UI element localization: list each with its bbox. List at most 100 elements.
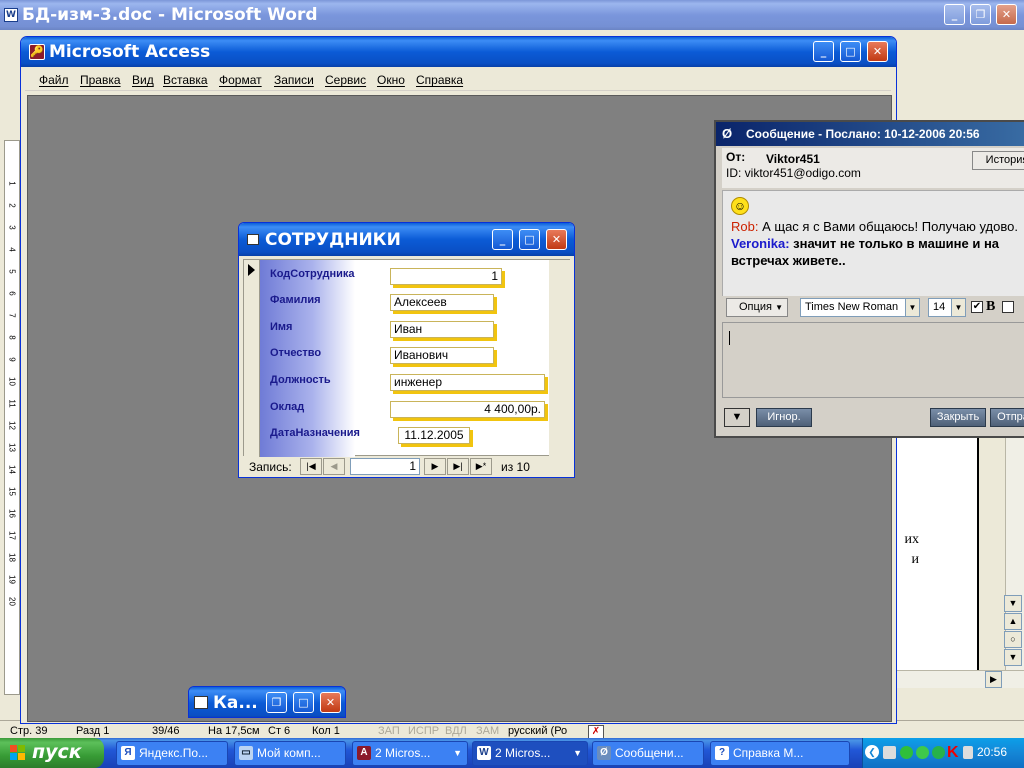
menu-window[interactable]: Окно (377, 73, 405, 87)
scroll-right-icon[interactable]: ▶ (985, 671, 1002, 688)
access-minimize-button[interactable]: _ (813, 41, 834, 62)
access-maximize-button[interactable]: □ (840, 41, 861, 62)
from-name: Viktor451 (766, 152, 820, 166)
ruler-number: 20 (7, 597, 17, 606)
form-icon (247, 234, 259, 245)
access-icon: A (357, 746, 371, 760)
menu-insert[interactable]: Вставка (163, 73, 208, 87)
form-right-strip (549, 260, 571, 457)
bold-label: B (986, 299, 996, 314)
access-close-button[interactable]: ✕ (867, 41, 888, 62)
prev-record-icon[interactable]: ◀ (323, 458, 345, 475)
antivirus-icon[interactable]: K (947, 744, 963, 761)
form-minimize-button[interactable]: _ (492, 229, 513, 250)
minimized-restore-button[interactable]: ❐ (266, 692, 287, 713)
menu-file[interactable]: Файл (39, 73, 69, 87)
first-record-icon[interactable]: |◀ (300, 458, 322, 475)
field-patronymic[interactable]: Иванович (390, 347, 494, 364)
field-position[interactable]: инженер (390, 374, 545, 391)
chat-message-window: Ø Сообщение - Послано: 10-12-2006 20:56 … (714, 120, 1024, 438)
minimized-form-window[interactable]: Ка... ❐ □ ✕ (188, 686, 346, 718)
next-page-icon[interactable]: ▼ (1004, 649, 1022, 666)
chat-format-toolbar: Опция ▼ Times New Roman ▼ 14 ▼ ✔ B (722, 296, 1024, 320)
form-title-bar[interactable]: СОТРУДНИКИ _ □ ✕ (239, 223, 574, 256)
ruler-number: 14 (7, 465, 17, 474)
status-ext[interactable]: ВДЛ (445, 725, 467, 737)
field-appointment-date[interactable]: 11.12.2005 (398, 427, 470, 444)
word-app-icon: W (4, 8, 18, 22)
access-window-title: Microsoft Access (49, 42, 211, 62)
minimized-title-bar[interactable]: Ка... ❐ □ ✕ (189, 687, 345, 717)
emoticon-dropdown-icon[interactable]: ▼ (724, 408, 750, 427)
status-language: русский (Ро (508, 725, 568, 737)
form-close-button[interactable]: ✕ (546, 229, 567, 250)
minimized-maximize-button[interactable]: □ (293, 692, 314, 713)
access-title-bar[interactable]: 🔑 Microsoft Access _ □ ✕ (21, 37, 896, 67)
status-ovr[interactable]: ЗАМ (476, 725, 499, 737)
ruler-number: 9 (7, 357, 17, 362)
word-minimize-button[interactable]: _ (944, 4, 965, 25)
tray-app-icon[interactable] (932, 746, 945, 759)
label-first-name: Имя (270, 321, 293, 333)
next-record-icon[interactable]: ▶ (424, 458, 446, 475)
start-button[interactable]: пуск (0, 738, 104, 768)
field-first-name[interactable]: Иван (390, 321, 494, 338)
message-text: значит не только в машине и на (793, 236, 1000, 251)
taskbar-button-help[interactable]: ? Справка М... (710, 741, 850, 766)
chevron-down-icon: ▼ (573, 748, 582, 758)
tray-expand-icon[interactable]: ❮ (865, 745, 879, 759)
menu-records[interactable]: Записи (274, 73, 314, 87)
new-record-icon[interactable]: ▶* (470, 458, 492, 475)
send-button[interactable]: Отпра (990, 408, 1024, 427)
taskbar-button-yandex[interactable]: Я Яндекс.По... (116, 741, 228, 766)
field-salary[interactable]: 4 400,00р. (390, 401, 545, 418)
record-number-input[interactable]: 1 (350, 458, 420, 475)
history-button[interactable]: История (972, 151, 1024, 170)
word-vertical-ruler: 1 2 3 4 5 6 7 8 9 10 11 12 13 14 15 16 17 18 19 20 (4, 140, 20, 695)
taskbar-group-access[interactable]: A 2 Micros... ▼ (352, 741, 468, 766)
system-tray: ❮ K 20:56 (862, 738, 1024, 768)
chat-message-input[interactable] (722, 322, 1024, 398)
field-employee-id[interactable]: 1 (390, 268, 502, 285)
status-rec[interactable]: ЗАП (378, 725, 400, 737)
options-button[interactable]: Опция ▼ (726, 298, 788, 317)
chat-button-bar: ▼ Игнор. Закрыть Отпра (722, 404, 1024, 430)
volume-icon[interactable] (963, 746, 973, 759)
menu-edit[interactable]: Правка (80, 73, 121, 87)
field-last-name[interactable]: Алексеев (390, 294, 494, 311)
font-name-select[interactable]: Times New Roman ▼ (800, 298, 920, 317)
menu-help[interactable]: Справка (416, 73, 463, 87)
taskbar-button-message[interactable]: Ø Сообщени... (592, 741, 704, 766)
form-maximize-button[interactable]: □ (519, 229, 540, 250)
status-trk[interactable]: ИСПР (408, 725, 439, 737)
font-size-select[interactable]: 14 ▼ (928, 298, 966, 317)
bold-checkbox[interactable]: ✔ (971, 301, 983, 313)
icq-icon[interactable] (916, 746, 929, 759)
menu-view[interactable]: Вид (132, 73, 154, 87)
minimized-close-button[interactable]: ✕ (320, 692, 341, 713)
prev-page-icon[interactable]: ▲ (1004, 613, 1022, 630)
word-title-bar[interactable]: W БД-изм-3.doc - Microsoft Word _ ❐ ✕ (0, 0, 1024, 30)
chat-message-log[interactable]: ☺ Rob: А щас я с Вами общаюсь! Получаю у… (722, 190, 1024, 300)
record-selector[interactable] (244, 260, 260, 457)
select-browse-object-icon[interactable]: ○ (1004, 631, 1022, 648)
scroll-down-icon[interactable]: ▼ (1004, 595, 1022, 612)
record-total: из 10 (501, 460, 530, 474)
menu-tools[interactable]: Сервис (325, 73, 366, 87)
taskbar-button-my-computer[interactable]: ▭ Мой комп... (234, 741, 346, 766)
menu-format[interactable]: Формат (219, 73, 262, 87)
word-horizontal-scrollbar[interactable]: ▶ (893, 670, 1024, 688)
taskbar-group-word[interactable]: W 2 Micros... ▼ (472, 741, 588, 766)
italic-checkbox[interactable] (1002, 301, 1014, 313)
word-icon: W (477, 746, 491, 760)
chat-close-button[interactable]: Закрыть (930, 408, 986, 427)
network-icon[interactable] (883, 746, 896, 759)
spelling-status-icon[interactable]: ✗ (588, 725, 604, 739)
word-close-button[interactable]: ✕ (996, 4, 1017, 25)
ignore-button[interactable]: Игнор. (756, 408, 812, 427)
last-record-icon[interactable]: ▶| (447, 458, 469, 475)
chat-title-bar[interactable]: Ø Сообщение - Послано: 10-12-2006 20:56 (716, 122, 1024, 146)
label-position: Должность (270, 374, 331, 386)
odigo-tray-icon[interactable] (900, 746, 913, 759)
word-restore-button[interactable]: ❐ (970, 4, 991, 25)
